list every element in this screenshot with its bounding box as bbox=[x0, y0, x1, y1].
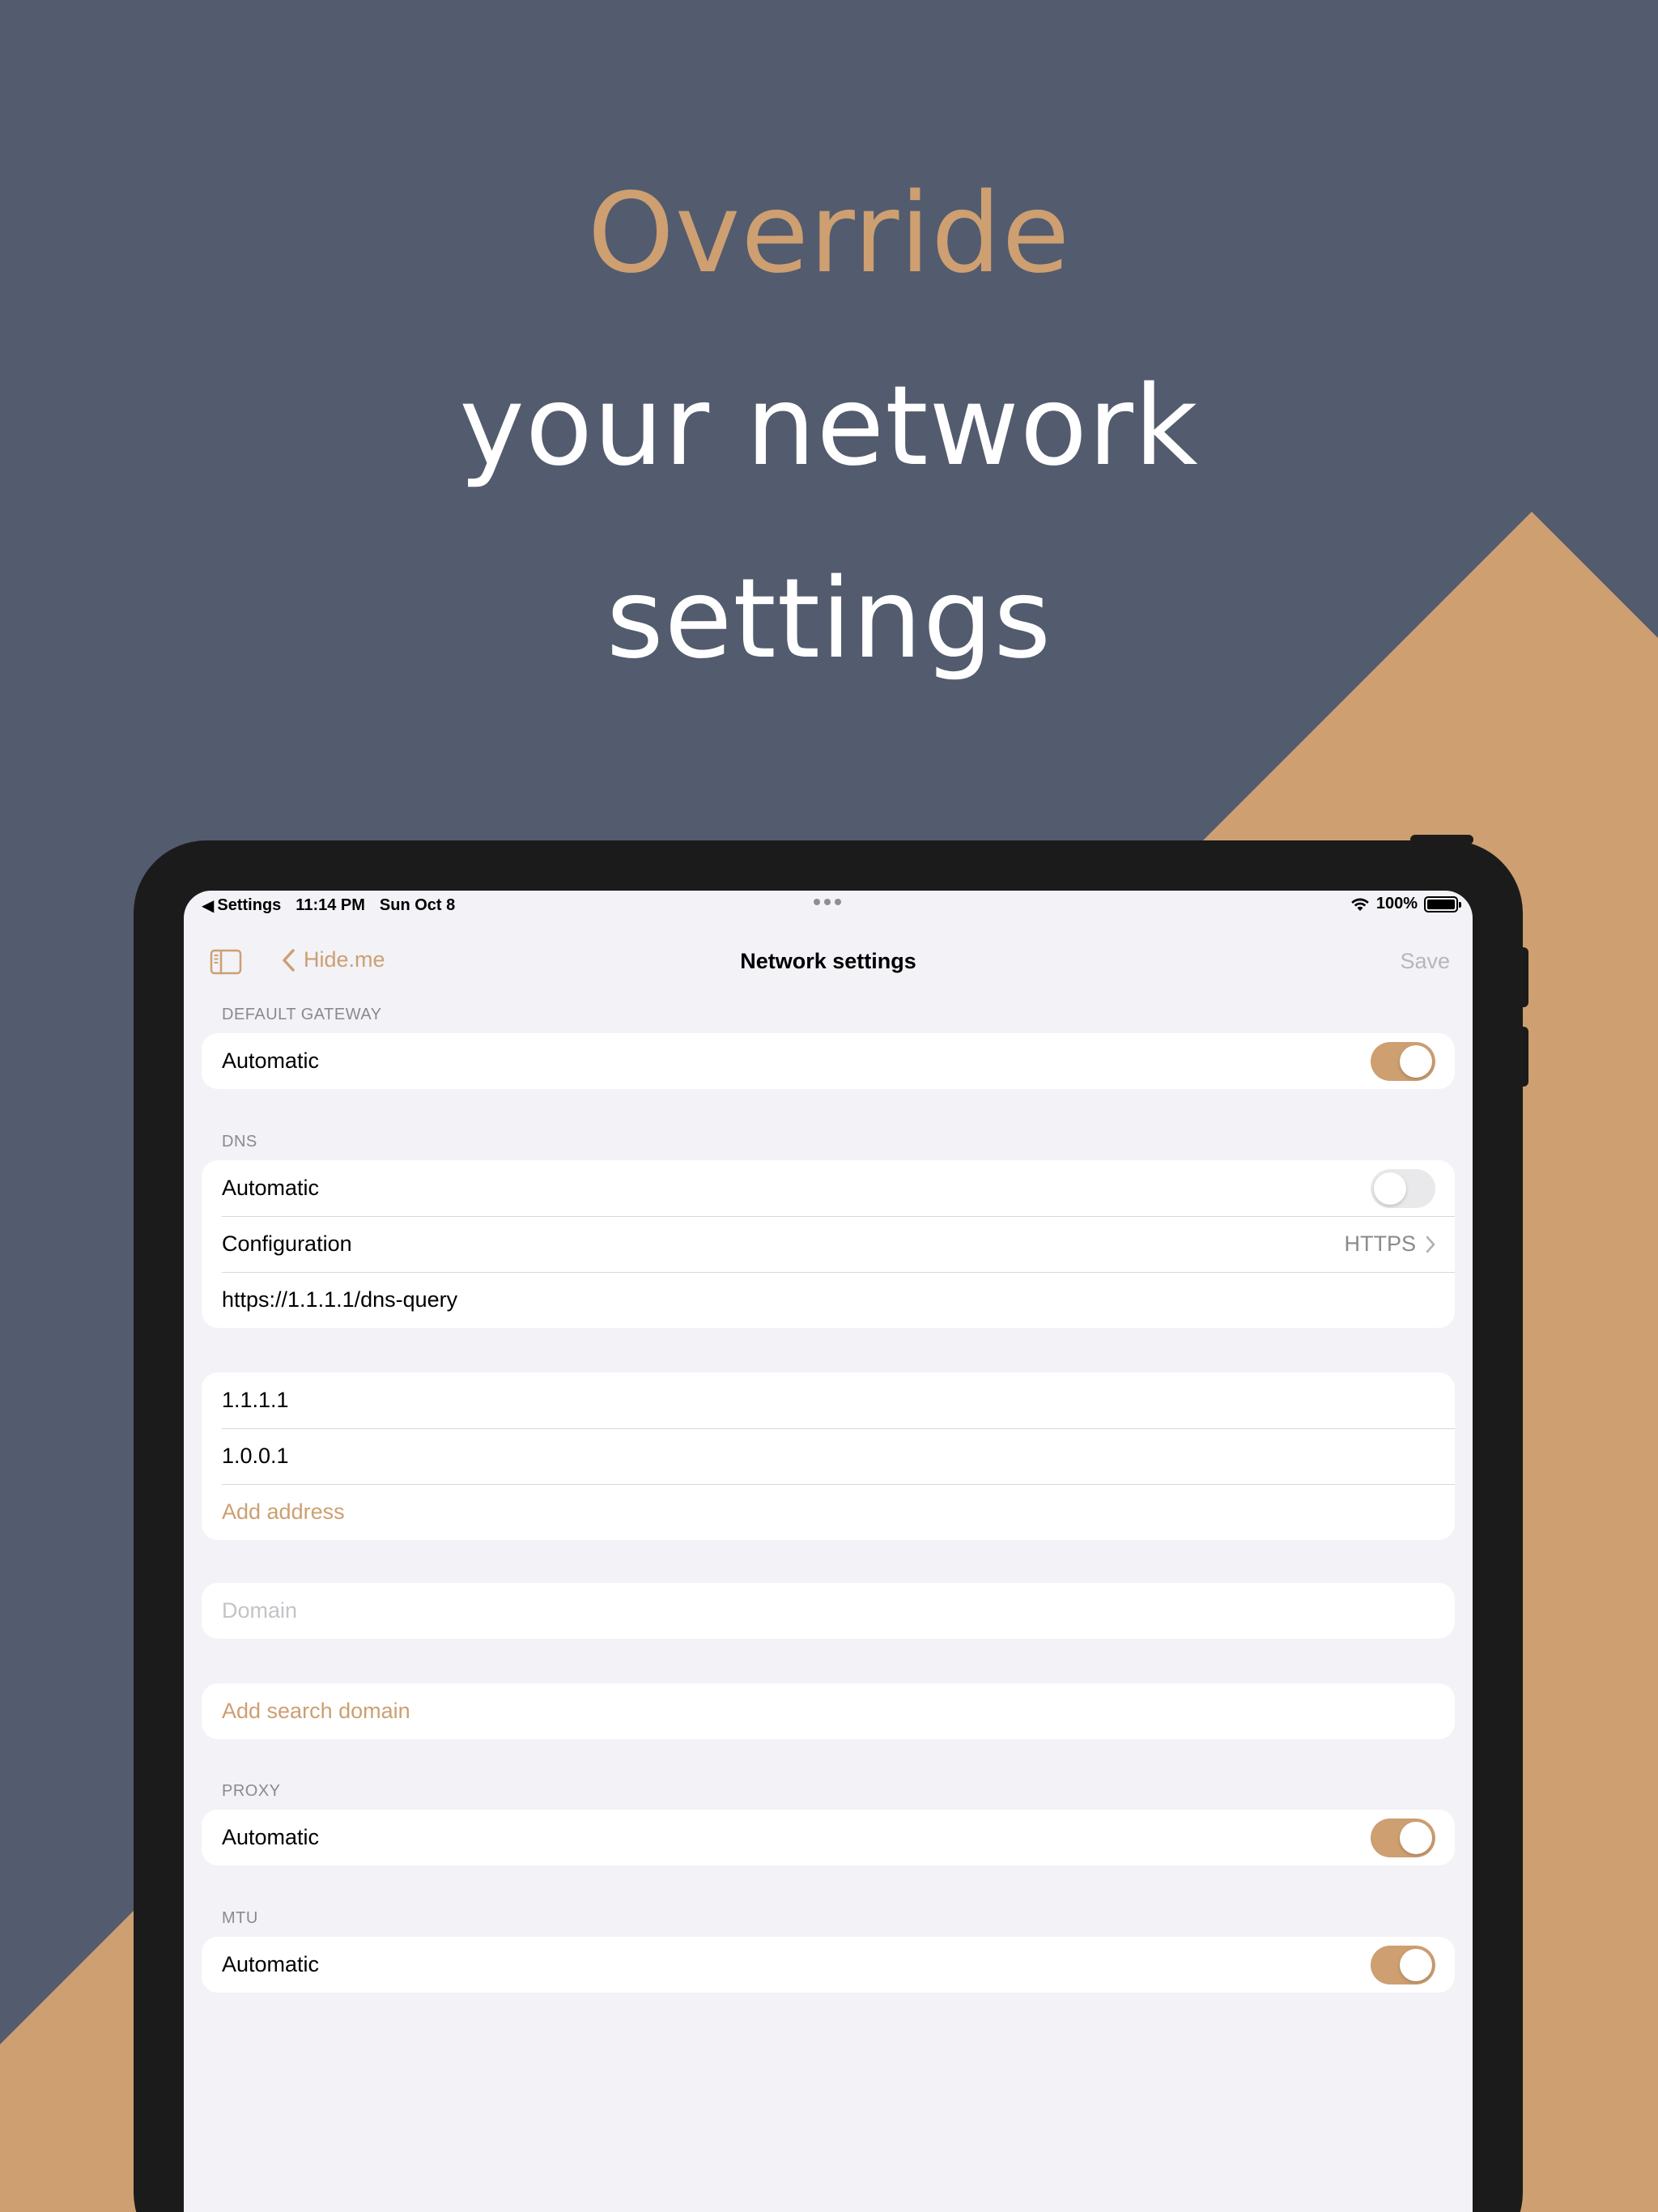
add-search-domain-button[interactable]: Add search domain bbox=[222, 1699, 1435, 1724]
dns-header: DNS bbox=[222, 1133, 257, 1151]
headline-line-1: Override bbox=[587, 170, 1071, 298]
device-top-button bbox=[1410, 835, 1473, 844]
dns-configuration-detail: HTTPS bbox=[1344, 1231, 1435, 1257]
battery-icon bbox=[1424, 895, 1461, 912]
domain-group: Domain bbox=[202, 1583, 1455, 1639]
dns-configuration-label: Configuration bbox=[222, 1231, 352, 1256]
default-gateway-automatic-toggle[interactable] bbox=[1371, 1041, 1435, 1081]
proxy-header: PROXY bbox=[222, 1782, 281, 1800]
default-gateway-automatic-label: Automatic bbox=[222, 1049, 320, 1073]
mtu-group: Automatic bbox=[202, 1937, 1455, 1993]
headline-line-2: your network bbox=[459, 363, 1199, 491]
status-time: 11:14 PM bbox=[295, 896, 365, 914]
add-address-row[interactable]: Add address bbox=[202, 1484, 1455, 1540]
dns-configuration-value: HTTPS bbox=[1344, 1231, 1416, 1256]
status-date: Sun Oct 8 bbox=[379, 896, 456, 914]
default-gateway-header: DEFAULT GATEWAY bbox=[222, 1006, 382, 1023]
proxy-automatic-row: Automatic bbox=[202, 1810, 1455, 1865]
multitask-dots-icon[interactable] bbox=[814, 899, 841, 905]
proxy-group: Automatic bbox=[202, 1810, 1455, 1865]
dns-url-row[interactable]: https://1.1.1.1/dns-query bbox=[202, 1272, 1455, 1328]
dns-configuration-row[interactable]: Configuration HTTPS bbox=[202, 1216, 1455, 1272]
device-volume-up-button bbox=[1519, 947, 1528, 1007]
page-title: Network settings bbox=[740, 949, 916, 973]
dns-automatic-toggle[interactable] bbox=[1371, 1168, 1435, 1208]
proxy-automatic-label: Automatic bbox=[222, 1825, 320, 1849]
status-bar-right: 100% bbox=[1350, 895, 1461, 913]
marketing-headline: Override your network settings bbox=[0, 138, 1658, 716]
mtu-automatic-toggle[interactable] bbox=[1371, 1945, 1435, 1984]
mtu-automatic-label: Automatic bbox=[222, 1952, 320, 1976]
dns-address-row[interactable]: 1.0.0.1 bbox=[202, 1428, 1455, 1484]
domain-row[interactable]: Domain bbox=[202, 1583, 1455, 1639]
dns-address-field[interactable]: 1.1.1.1 bbox=[222, 1388, 1435, 1413]
status-bar: ◀ Settings 11:14 PM Sun Oct 8 100% bbox=[184, 891, 1473, 920]
navigation-bar: Hide.me Network settings Save bbox=[184, 931, 1473, 993]
back-arrow-icon[interactable]: ◀ bbox=[202, 895, 214, 916]
add-address-button[interactable]: Add address bbox=[222, 1499, 1435, 1525]
chevron-right-icon bbox=[1426, 1236, 1435, 1253]
default-gateway-group: Automatic bbox=[202, 1033, 1455, 1089]
save-button[interactable]: Save bbox=[1400, 949, 1450, 974]
battery-percent: 100% bbox=[1375, 895, 1418, 912]
mtu-automatic-row: Automatic bbox=[202, 1937, 1455, 1993]
dns-group: Automatic Configuration HTTPS https://1.… bbox=[202, 1160, 1455, 1328]
dns-address-field[interactable]: 1.0.0.1 bbox=[222, 1444, 1435, 1469]
dns-automatic-row: Automatic bbox=[202, 1160, 1455, 1216]
search-domain-group: Add search domain bbox=[202, 1683, 1455, 1739]
back-to-app-link[interactable]: Settings bbox=[217, 896, 281, 915]
default-gateway-automatic-row: Automatic bbox=[202, 1033, 1455, 1089]
background-triangle-left bbox=[0, 1899, 146, 2212]
wifi-icon bbox=[1351, 898, 1369, 911]
mtu-header: MTU bbox=[222, 1909, 258, 1927]
headline-line-3: settings bbox=[606, 555, 1052, 683]
device-volume-down-button bbox=[1519, 1027, 1528, 1087]
dns-addresses-group: 1.1.1.1 1.0.0.1 Add address bbox=[202, 1372, 1455, 1540]
proxy-automatic-toggle[interactable] bbox=[1371, 1818, 1435, 1857]
domain-input[interactable]: Domain bbox=[222, 1598, 1435, 1623]
dns-automatic-label: Automatic bbox=[222, 1176, 320, 1200]
status-bar-left: ◀ Settings 11:14 PM Sun Oct 8 bbox=[202, 895, 470, 916]
device-screen: ◀ Settings 11:14 PM Sun Oct 8 100% Hide.… bbox=[184, 891, 1473, 2212]
dns-url-field[interactable]: https://1.1.1.1/dns-query bbox=[222, 1287, 1435, 1312]
dns-address-row[interactable]: 1.1.1.1 bbox=[202, 1372, 1455, 1428]
add-search-domain-row[interactable]: Add search domain bbox=[202, 1683, 1455, 1739]
